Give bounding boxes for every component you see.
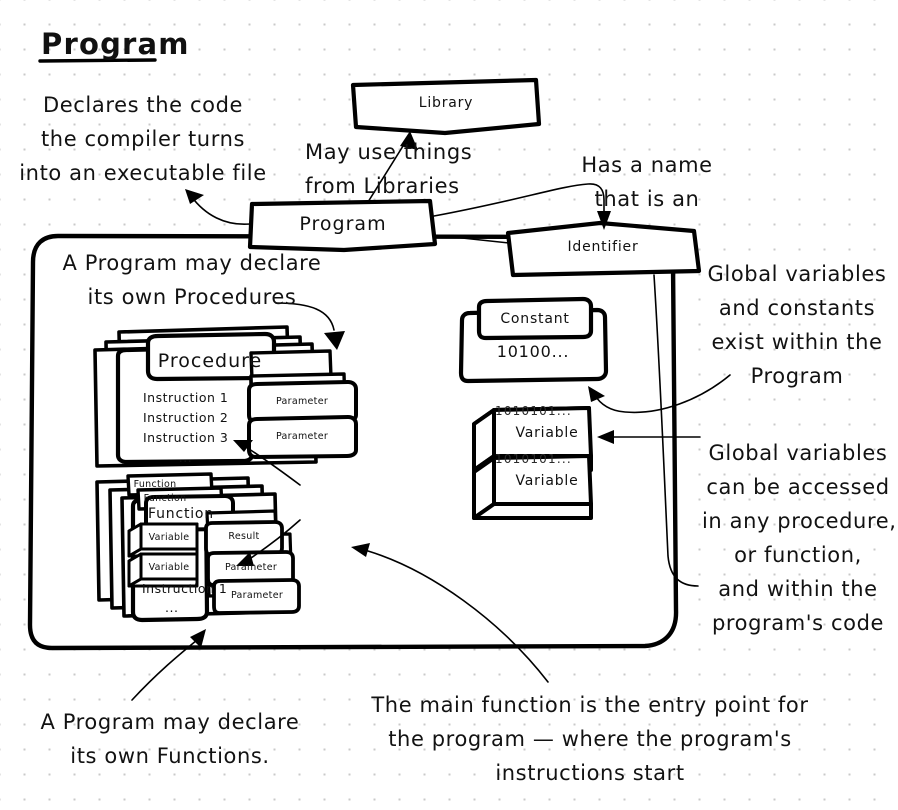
constant-value: 10100...: [496, 342, 570, 361]
library-label: Library: [418, 95, 474, 111]
function-label-2: Function: [143, 493, 187, 504]
global-variable-2-label: Variable: [515, 473, 579, 489]
procedure-parameter-1-label: Parameter: [275, 396, 329, 407]
note-has-a-name: Has a name that is an: [581, 153, 713, 211]
function-variable-2-label: Variable: [148, 562, 190, 573]
note-declare-functions: A Program may declare its own Functions.: [40, 710, 300, 768]
function-parameter-2-label: Parameter: [230, 590, 284, 601]
note-globals-exist: Global variables and constants exist wit…: [707, 262, 887, 388]
procedure-instructions: Instruction 1 Instruction 2 Instruction …: [143, 390, 229, 465]
arrowhead-declares: [185, 189, 204, 204]
procedure-parameter-2-label: Parameter: [275, 431, 329, 442]
connector-program-declares: [190, 195, 251, 225]
function-result-label: Result: [228, 531, 260, 542]
global-variable-1-bits: 1010101...: [495, 404, 572, 418]
global-variable-1-label: Variable: [515, 425, 579, 441]
function-parameter-1-label: Parameter: [224, 562, 278, 573]
function-label-1: Function: [148, 506, 214, 522]
note-declare-procedures: A Program may declare its own Procedures: [62, 251, 322, 309]
note-main-function: The main function is the entry point for…: [371, 693, 809, 785]
function-ellipsis: ...: [165, 600, 179, 615]
constant-label: Constant: [500, 311, 570, 327]
note-declares: Declares the code the compiler turns int…: [19, 93, 267, 185]
procedure-label: Procedure: [157, 350, 263, 372]
global-variable-2-bits: 1010101...: [495, 452, 572, 466]
program-label: Program: [299, 213, 387, 235]
identifier-label: Identifier: [567, 239, 639, 255]
function-variable-1-label: Variable: [148, 532, 190, 543]
note-may-use-libraries: May use things from Libraries: [305, 140, 473, 198]
page-title: Program: [41, 27, 190, 61]
function-instructions: Instruction 1: [142, 581, 228, 596]
diagram-canvas: Program Declares the code the compiler t…: [0, 0, 898, 810]
note-globals-accessed: Global variables can be accessed in any …: [702, 441, 897, 635]
function-label-3: Function: [133, 479, 177, 490]
